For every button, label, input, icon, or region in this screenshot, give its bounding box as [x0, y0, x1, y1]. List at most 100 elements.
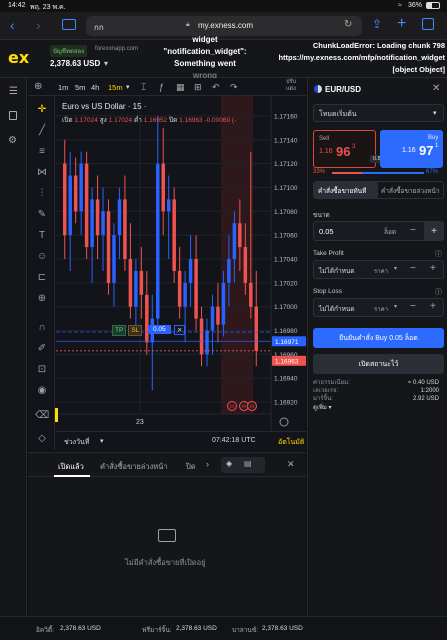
balance-label: บาลานซ์:: [232, 627, 259, 634]
emoji-icon[interactable]: ☺: [35, 249, 49, 263]
candle-type-icon[interactable]: ⌶: [141, 82, 146, 93]
timeframe-5m[interactable]: 5m: [75, 83, 85, 92]
candle-body: [139, 270, 144, 295]
menu-icon[interactable]: ☰: [9, 86, 18, 97]
timeframe-4h[interactable]: 4h: [91, 83, 99, 92]
price-tick-label: 1.17120: [274, 161, 298, 168]
confirm-order-button[interactable]: ยืนยันคำสั่ง Buy 0.05 ล็อต: [313, 328, 444, 348]
timeframe-15m[interactable]: 15m: [108, 83, 123, 92]
price-chart[interactable]: 1.17160 1.17140 1.17120 1.17100 1.17080 1.170…: [56, 96, 306, 431]
decrement-button[interactable]: −: [410, 263, 416, 274]
buy-button[interactable]: Buy 1.16 97 1: [380, 130, 443, 168]
tab-closed[interactable]: ปิด: [186, 461, 196, 473]
gear-icon[interactable]: ⚙: [8, 135, 17, 146]
close-position-icon[interactable]: ✕: [174, 325, 186, 335]
add-icon[interactable]: ⊕: [34, 81, 42, 92]
chevron-down-icon[interactable]: ▾: [104, 59, 108, 68]
settings-icon: [279, 417, 289, 427]
back-icon[interactable]: ‹: [10, 17, 15, 33]
chevron-down-icon[interactable]: ▾: [394, 265, 397, 272]
take-profit-field[interactable]: ไม่ได้กำหนด ราคา ▾ − +: [313, 260, 444, 279]
trash-icon[interactable]: ⌫: [35, 408, 49, 422]
ohlc-label: ปิด: [168, 117, 178, 124]
trendline-icon[interactable]: ╱: [35, 123, 49, 137]
account-balance[interactable]: 2,378.63 USD: [50, 59, 100, 68]
sell-button[interactable]: Sell 1.16 96 3: [313, 130, 376, 168]
info-icon[interactable]: ⓘ: [435, 287, 442, 297]
auto-scale[interactable]: อัตโนมัติ: [278, 437, 304, 448]
address-bar[interactable]: กก 🔒︎ my.exness.com ↻: [86, 16, 362, 36]
lock-icon[interactable]: ⊡: [35, 362, 49, 376]
chevron-right-icon[interactable]: ›: [206, 459, 209, 469]
crosshair-icon[interactable]: ✛: [35, 102, 49, 116]
increment-button[interactable]: +: [430, 263, 436, 274]
magnet-icon[interactable]: ∩: [35, 320, 49, 334]
tp-unit[interactable]: ราคา: [374, 266, 388, 276]
chevron-down-icon[interactable]: ▾: [126, 83, 130, 91]
new-tab-icon[interactable]: +: [397, 15, 406, 33]
forward-icon[interactable]: ›: [36, 17, 41, 33]
decrement-button[interactable]: −: [410, 301, 416, 312]
decrement-button[interactable]: −: [410, 225, 416, 236]
sl-button[interactable]: SL: [128, 325, 143, 336]
date-range[interactable]: ช่วงวันที่: [64, 437, 89, 448]
fib-icon[interactable]: ≡: [35, 144, 49, 158]
text-icon[interactable]: T: [35, 228, 49, 242]
layers-icon[interactable]: ◈: [226, 459, 232, 468]
close-icon[interactable]: ✕: [287, 459, 295, 470]
close-icon[interactable]: ✕: [432, 83, 440, 94]
share-icon[interactable]: ⇪: [372, 17, 382, 31]
eye-icon[interactable]: ◉: [35, 383, 49, 397]
indicators-icon[interactable]: ƒ: [159, 82, 164, 92]
price-tick-label: 1.16920: [274, 400, 298, 407]
position-lot[interactable]: 0.05: [148, 325, 171, 334]
price-tick-label: 1.17080: [274, 209, 298, 216]
info-icon[interactable]: ⓘ: [435, 249, 442, 259]
brush-icon[interactable]: ✎: [35, 207, 49, 221]
chevron-down-icon[interactable]: ▾: [100, 437, 104, 445]
zoom-in-icon[interactable]: ⊕: [35, 291, 49, 305]
tabs-icon[interactable]: [422, 18, 434, 30]
pencil-lock-icon[interactable]: ✐: [35, 341, 49, 355]
timeframe-1m[interactable]: 1m: [58, 83, 68, 92]
tab-market[interactable]: คำสั่งซื้อขายทันที: [318, 186, 366, 196]
buy-percent: 67%: [426, 169, 439, 175]
stop-loss-field[interactable]: ไม่ได้กำหนด ราคา ▾ − +: [313, 298, 444, 317]
mode-select[interactable]: โหมดเริ่มต้น ▾: [313, 104, 444, 122]
book-icon[interactable]: [62, 19, 76, 30]
advanced-button[interactable]: เปิดสถานะไว้: [313, 354, 444, 374]
sl-unit[interactable]: ราคา: [374, 304, 388, 314]
increment-button[interactable]: +: [424, 222, 444, 240]
object-tree-icon[interactable]: ◇: [35, 431, 49, 445]
tab-open[interactable]: เปิดแล้ว: [58, 461, 84, 473]
event-marker-label: !!!: [242, 404, 246, 409]
ruler-icon[interactable]: ⊏: [35, 270, 49, 284]
redo-icon[interactable]: ↷: [230, 82, 238, 93]
projection-icon[interactable]: ⫶: [35, 186, 49, 200]
orders-icon[interactable]: [9, 111, 17, 120]
layout-icon[interactable]: ▦: [176, 82, 185, 93]
exness-logo[interactable]: ex: [8, 48, 29, 67]
tab-pending[interactable]: คำสั่งซื้อขายล่วงหน้า: [100, 461, 168, 473]
customize-label[interactable]: ปรับ แต่ง: [286, 79, 296, 93]
buy-price-prefix: 1.16: [402, 147, 416, 154]
undo-icon[interactable]: ↶: [212, 82, 220, 93]
candle-body: [68, 175, 72, 236]
tab-pending-order[interactable]: คำสั่งซื้อขายล่วงหน้า: [381, 186, 443, 196]
take-profit-label: Take Profit: [313, 250, 344, 257]
chevron-down-icon[interactable]: ▾: [394, 303, 397, 310]
more-label[interactable]: ดูเพิ่ม: [313, 405, 327, 411]
toolbar-collapse-handle[interactable]: [55, 408, 58, 422]
stack-icon[interactable]: ▤: [244, 459, 252, 468]
reload-icon[interactable]: ↻: [344, 19, 352, 30]
increment-button[interactable]: +: [430, 301, 436, 312]
bid-price-tag: 1.16963: [275, 358, 299, 365]
price-tick-label: 1.17140: [274, 137, 298, 144]
pattern-icon[interactable]: ⋈: [35, 165, 49, 179]
tp-button[interactable]: TP: [112, 325, 127, 336]
grid-icon[interactable]: ⊞: [194, 82, 202, 93]
more-link[interactable]: ดูเพิ่ม ▾: [313, 404, 439, 412]
volume-field[interactable]: 0.05 ล็อต − +: [313, 221, 444, 241]
ohlc-value: 1.16963: [179, 117, 203, 124]
candle-body: [238, 223, 242, 248]
